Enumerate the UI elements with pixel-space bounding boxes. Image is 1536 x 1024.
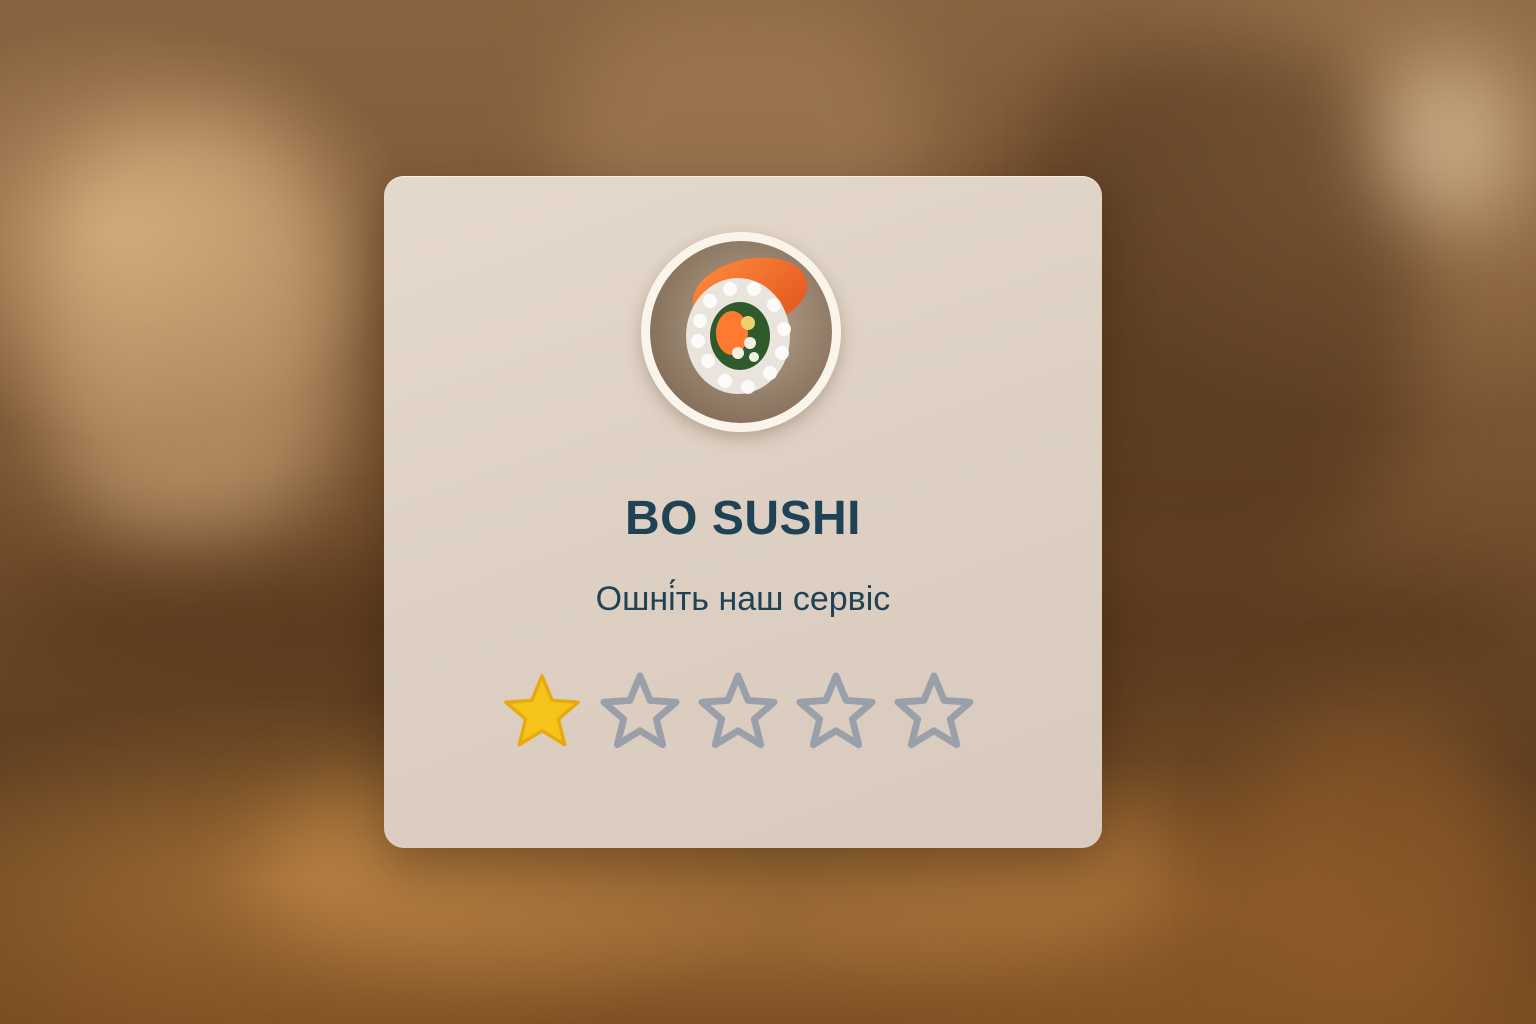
star-5[interactable] [891, 669, 977, 755]
star-2[interactable] [597, 669, 683, 755]
restaurant-avatar [641, 232, 841, 432]
star-icon [600, 672, 680, 749]
sushi-roll-icon [650, 241, 832, 423]
star-icon [504, 674, 580, 747]
star-rating [499, 669, 977, 755]
rating-prompt: Ошні́ть наш сервіс [595, 580, 891, 618]
star-icon [894, 672, 974, 749]
restaurant-name: BO SUSHI [624, 492, 862, 545]
star-1[interactable] [499, 669, 585, 755]
rating-card: BO SUSHI Ошні́ть наш сервіс [384, 176, 1102, 848]
star-icon [796, 672, 876, 749]
star-icon [698, 672, 778, 749]
star-3[interactable] [695, 669, 781, 755]
sushi-photo [650, 241, 832, 423]
star-4[interactable] [793, 669, 879, 755]
